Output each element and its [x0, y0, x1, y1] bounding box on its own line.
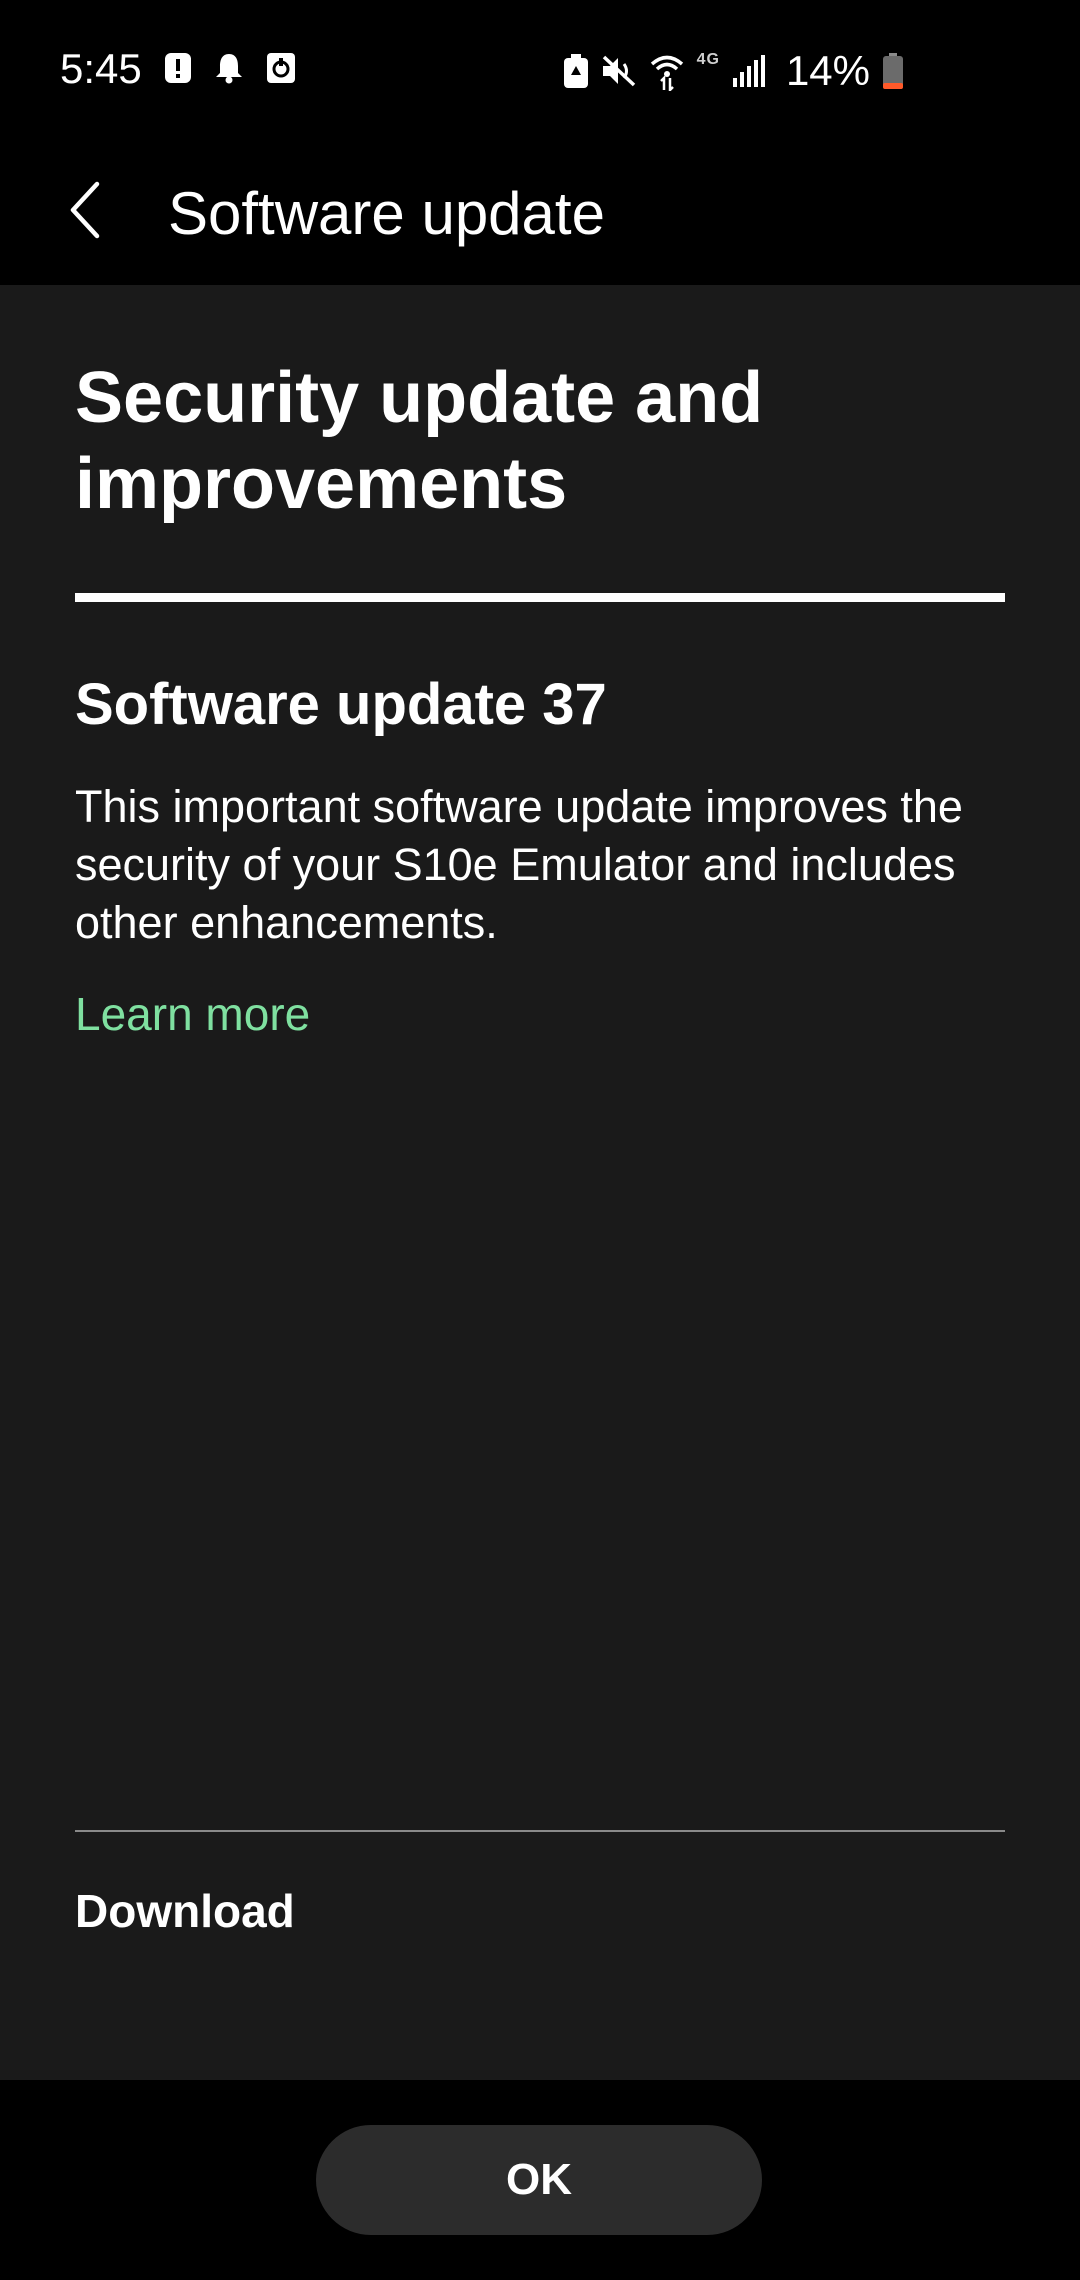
update-details-panel: Security update and improvements Softwar… [0, 285, 1080, 2080]
mute-icon [601, 54, 637, 88]
headline-divider [75, 593, 1005, 602]
download-button[interactable]: Download [75, 1883, 295, 1939]
signal-icon [732, 54, 766, 88]
app-bar: Software update [0, 140, 1080, 285]
update-version-title: Software update 37 [75, 672, 607, 737]
battery-percent: 14% [785, 47, 870, 94]
bottom-action-bar: OK [0, 2080, 1080, 2280]
notification-bell-icon [214, 52, 244, 84]
wifi-icon [649, 51, 685, 91]
battery-icon [882, 52, 904, 90]
learn-more-link[interactable]: Learn more [75, 985, 310, 1043]
alert-icon [164, 52, 192, 84]
status-time: 5:45 [60, 45, 142, 92]
page-title: Software update [168, 180, 605, 247]
network-type-label: 4G [696, 51, 720, 68]
status-bar: 5:45 4G 14% [0, 0, 1080, 140]
update-headline: Security update and improvements [75, 358, 764, 524]
status-notification-icons [164, 52, 296, 84]
status-system-icons: 4G 14% [563, 46, 904, 96]
sync-app-icon [266, 52, 296, 84]
download-divider [75, 1830, 1005, 1832]
battery-saver-icon [563, 53, 589, 89]
ok-button[interactable]: OK [316, 2125, 762, 2235]
back-button[interactable] [50, 165, 120, 260]
back-chevron-icon [67, 180, 103, 245]
update-description: This important software update improves … [75, 781, 963, 948]
